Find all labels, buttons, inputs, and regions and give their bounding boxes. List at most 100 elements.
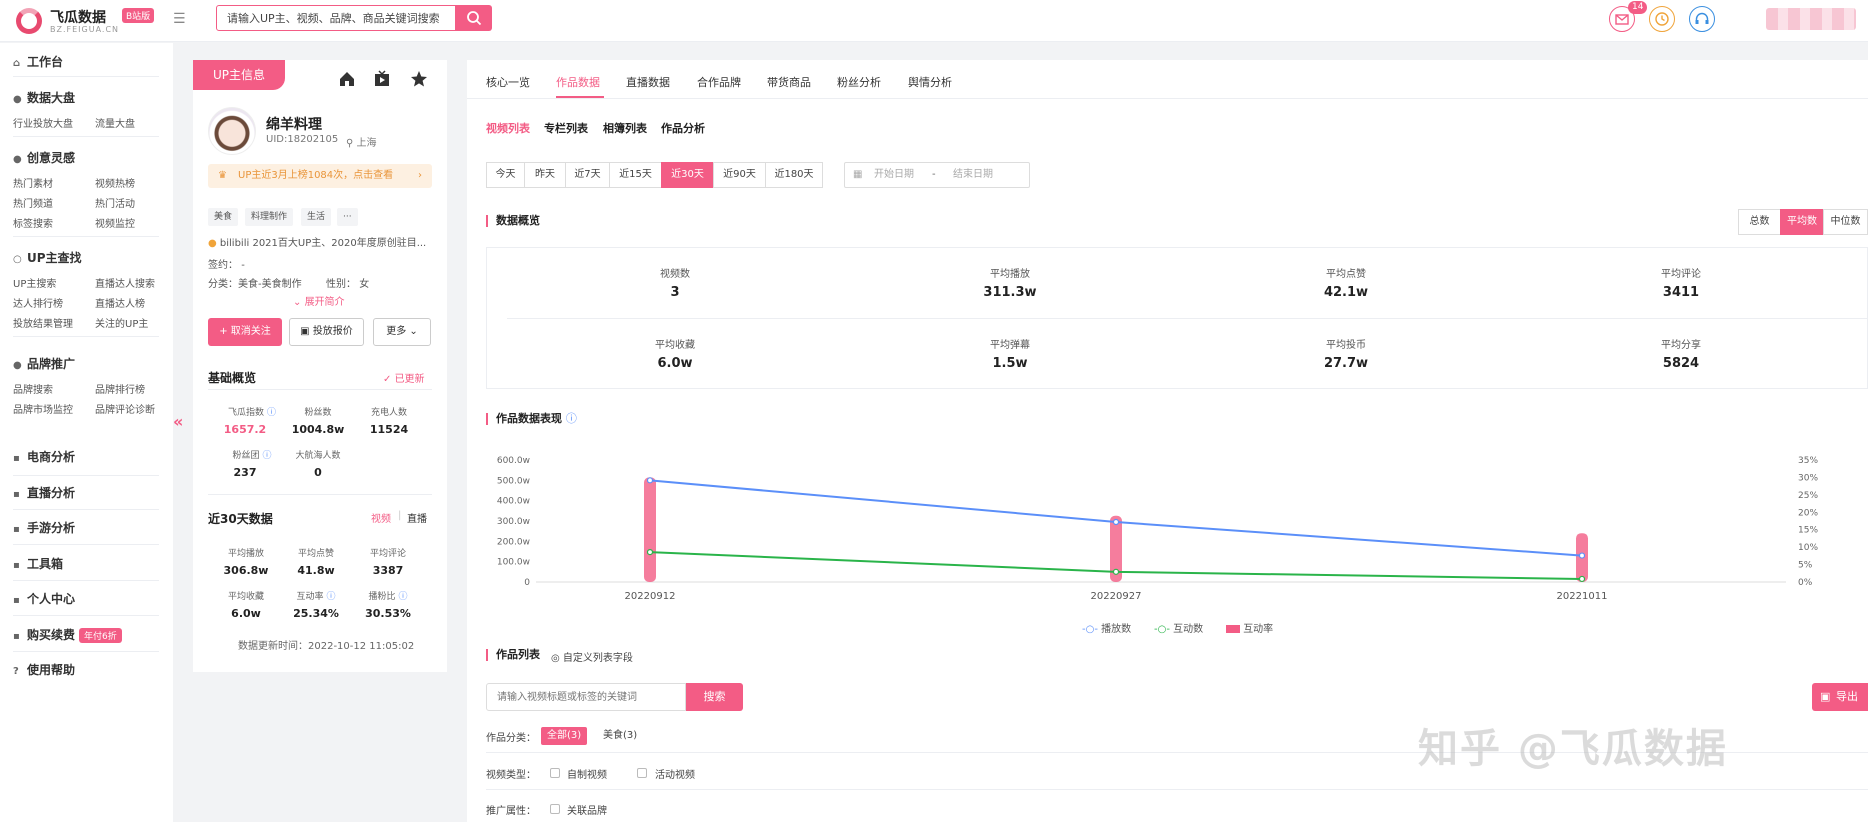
subtab-album-list[interactable]: 相簿列表: [603, 120, 647, 136]
recent-tab-live[interactable]: 直播: [407, 510, 427, 525]
sidebar-item[interactable]: 达人排行榜: [13, 295, 63, 310]
date-30d[interactable]: 近30天: [661, 162, 714, 188]
date-today[interactable]: 今天: [486, 162, 525, 188]
sidebar-item[interactable]: 品牌市场监控: [13, 401, 73, 416]
sidebar-help[interactable]: ? 使用帮助: [13, 661, 75, 678]
sidebar-group-up-search[interactable]: ○ UP主查找: [13, 249, 82, 266]
works-search-input[interactable]: [486, 683, 686, 711]
sidebar-personal[interactable]: ▪ 个人中心: [13, 590, 75, 607]
sidebar-live[interactable]: ▪ 直播分析: [13, 484, 75, 501]
sidebar-group-dashboard[interactable]: ● 数据大盘: [13, 89, 75, 106]
tab-sentiment[interactable]: 舆情分析: [908, 74, 952, 90]
rank-notice[interactable]: ♛ UP主近3月上榜1084次，点击查看 ›: [208, 164, 432, 188]
y2-tick-label: 0%: [1798, 578, 1813, 588]
sidebar-item[interactable]: 直播达人榜: [95, 295, 145, 310]
sidebar-item[interactable]: 品牌排行榜: [95, 381, 145, 396]
expand-bio-label: 展开简介: [304, 297, 345, 308]
sidebar-item-industry[interactable]: 行业投放大盘: [13, 115, 73, 130]
date-7d[interactable]: 近7天: [565, 162, 610, 188]
category-all-chip[interactable]: 全部(3): [541, 727, 588, 745]
sidebar-group-brand[interactable]: ● 品牌推广: [13, 355, 75, 372]
search-button[interactable]: [456, 5, 492, 31]
collapse-sidebar-icon[interactable]: «: [173, 412, 187, 442]
toggle-average[interactable]: 平均数: [1780, 209, 1824, 235]
sidebar-item[interactable]: 视频监控: [95, 215, 135, 230]
star-icon[interactable]: [410, 70, 428, 88]
sidebar-workbench[interactable]: ⌂ 工作台: [13, 53, 63, 70]
category-food-chip[interactable]: 美食(3): [597, 727, 643, 745]
date-180d[interactable]: 近180天: [765, 162, 823, 188]
menu-toggle-icon[interactable]: ☰: [173, 11, 189, 27]
type-self-checkbox[interactable]: [550, 768, 560, 778]
tab-brands[interactable]: 合作品牌: [697, 74, 741, 90]
date-yesterday[interactable]: 昨天: [524, 162, 566, 188]
sidebar-item[interactable]: 投放结果管理: [13, 315, 73, 330]
home-icon[interactable]: [338, 70, 356, 88]
sidebar-item[interactable]: 品牌搜索: [13, 381, 53, 396]
tab-live[interactable]: 直播数据: [626, 74, 670, 90]
sidebar-item[interactable]: 标签搜索: [13, 215, 53, 230]
x-tick-label: 20220912: [625, 591, 676, 602]
sidebar-item[interactable]: 关注的UP主: [95, 315, 148, 330]
toggle-total[interactable]: 总数: [1738, 209, 1781, 235]
sidebar-renew[interactable]: ▪ 购买续费 年付6折: [13, 626, 122, 643]
type-activity-checkbox[interactable]: [637, 768, 647, 778]
global-search-input[interactable]: [216, 5, 456, 31]
series-point: [646, 477, 654, 484]
sidebar-item[interactable]: 视频热榜: [95, 175, 135, 190]
up-tag[interactable]: 生活: [301, 208, 332, 226]
headset-icon[interactable]: [1689, 6, 1715, 32]
up-tag[interactable]: 料理制作: [245, 208, 294, 226]
sidebar-item[interactable]: 热门素材: [13, 175, 53, 190]
sidebar-group-creative[interactable]: ● 创意灵感: [13, 149, 75, 166]
user-avatar-blurred[interactable]: [1766, 8, 1856, 30]
tab-core[interactable]: 核心一览: [486, 74, 530, 90]
help-icon: ?: [13, 666, 19, 677]
legend-bar-icon: [1226, 625, 1240, 633]
search-icon: [467, 11, 482, 26]
mail-count-badge: 14: [1628, 1, 1648, 14]
legend-rate[interactable]: 互动率: [1226, 620, 1273, 635]
help-icon: ⓘ: [262, 451, 272, 461]
unfollow-button[interactable]: + 取消关注: [208, 318, 282, 346]
date-range-picker[interactable]: ▦ 开始日期 - 结束日期: [844, 162, 1030, 188]
up-tag-more[interactable]: ···: [337, 208, 358, 226]
toggle-median[interactable]: 中位数: [1823, 209, 1868, 235]
sidebar-item[interactable]: 品牌评论诊断: [95, 401, 155, 416]
brand-logo[interactable]: 飞瓜数据 B站版 BZ.FEIGUA.CN: [16, 6, 166, 36]
expand-bio-link[interactable]: ⌄ 展开简介: [293, 293, 345, 308]
sidebar-ecommerce[interactable]: ▪ 电商分析: [13, 448, 75, 465]
tab-goods[interactable]: 带货商品: [767, 74, 811, 90]
up-tag[interactable]: 美食: [208, 208, 239, 226]
quote-button[interactable]: ▣ 投放报价: [289, 318, 364, 346]
sidebar-item[interactable]: 直播达人搜索: [95, 275, 155, 290]
sign-label: 签约：: [208, 260, 238, 271]
date-90d[interactable]: 近90天: [713, 162, 766, 188]
sidebar-item[interactable]: 热门频道: [13, 195, 53, 210]
date-15d[interactable]: 近15天: [609, 162, 662, 188]
y2-tick-label: 35%: [1798, 456, 1818, 466]
legend-interactions[interactable]: -○- 互动数: [1154, 620, 1203, 635]
tab-fans[interactable]: 粉丝分析: [837, 74, 881, 90]
y-tick-label: 400.0w: [497, 497, 530, 507]
sidebar-toolbox[interactable]: ▪ 工具箱: [13, 555, 63, 572]
sidebar-game[interactable]: ▪ 手游分析: [13, 519, 75, 536]
works-search-button[interactable]: 搜索: [686, 683, 743, 711]
sidebar-item-traffic[interactable]: 流量大盘: [95, 115, 135, 130]
clock-icon[interactable]: [1649, 6, 1675, 32]
subtab-work-analysis[interactable]: 作品分析: [661, 120, 705, 136]
stat-value: 30.53%: [365, 607, 411, 620]
recent-tab-video[interactable]: 视频: [371, 510, 391, 525]
subtab-column-list[interactable]: 专栏列表: [544, 120, 588, 136]
promo-brand-checkbox[interactable]: [550, 804, 560, 814]
custom-fields-link[interactable]: ◎ 自定义列表字段: [551, 649, 633, 664]
video-icon[interactable]: [373, 70, 391, 88]
export-button[interactable]: ▣ 导出: [1812, 683, 1868, 711]
legend-plays[interactable]: -○- 播放数: [1082, 620, 1131, 635]
sidebar-item[interactable]: UP主搜索: [13, 275, 56, 290]
tab-works[interactable]: 作品数据: [556, 74, 600, 90]
subtab-video-list[interactable]: 视频列表: [486, 120, 530, 136]
stat-value: 0: [314, 466, 322, 479]
more-button[interactable]: 更多 ⌄: [373, 318, 431, 346]
sidebar-item[interactable]: 热门活动: [95, 195, 135, 210]
